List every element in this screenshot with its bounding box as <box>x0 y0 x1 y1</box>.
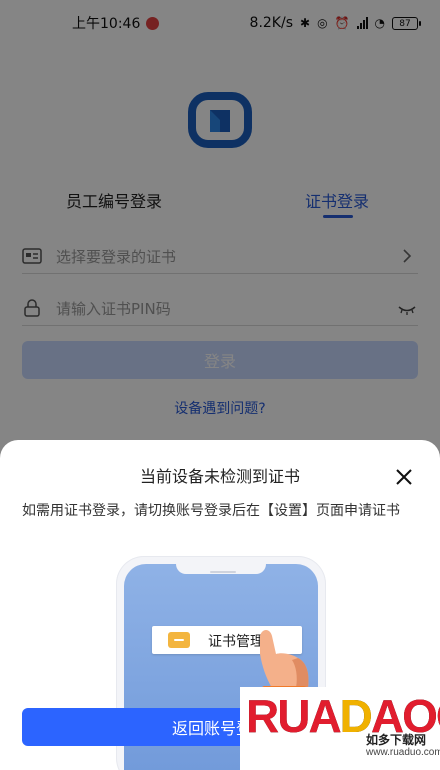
watermark-subtitle: 如多下载网 <box>366 733 427 747</box>
sheet-description: 如需用证书登录，请切换账号登录后在【设置】页面申请证书 <box>22 503 400 519</box>
watermark: RUADAOO 如多下载网 www.ruaduo.com <box>240 687 440 770</box>
pointing-hand-icon <box>260 630 310 688</box>
watermark-url: www.ruaduo.com <box>366 747 440 758</box>
cert-badge-icon <box>168 632 190 648</box>
close-icon[interactable] <box>393 466 415 488</box>
phone-speaker <box>210 571 236 573</box>
app-screen: 上午10:46 8.2K/s ✱ ◎ ⏰ ◔ 87 员工编号登录 证书登录 选择… <box>0 0 440 770</box>
sheet-title: 当前设备未检测到证书 <box>139 467 300 486</box>
